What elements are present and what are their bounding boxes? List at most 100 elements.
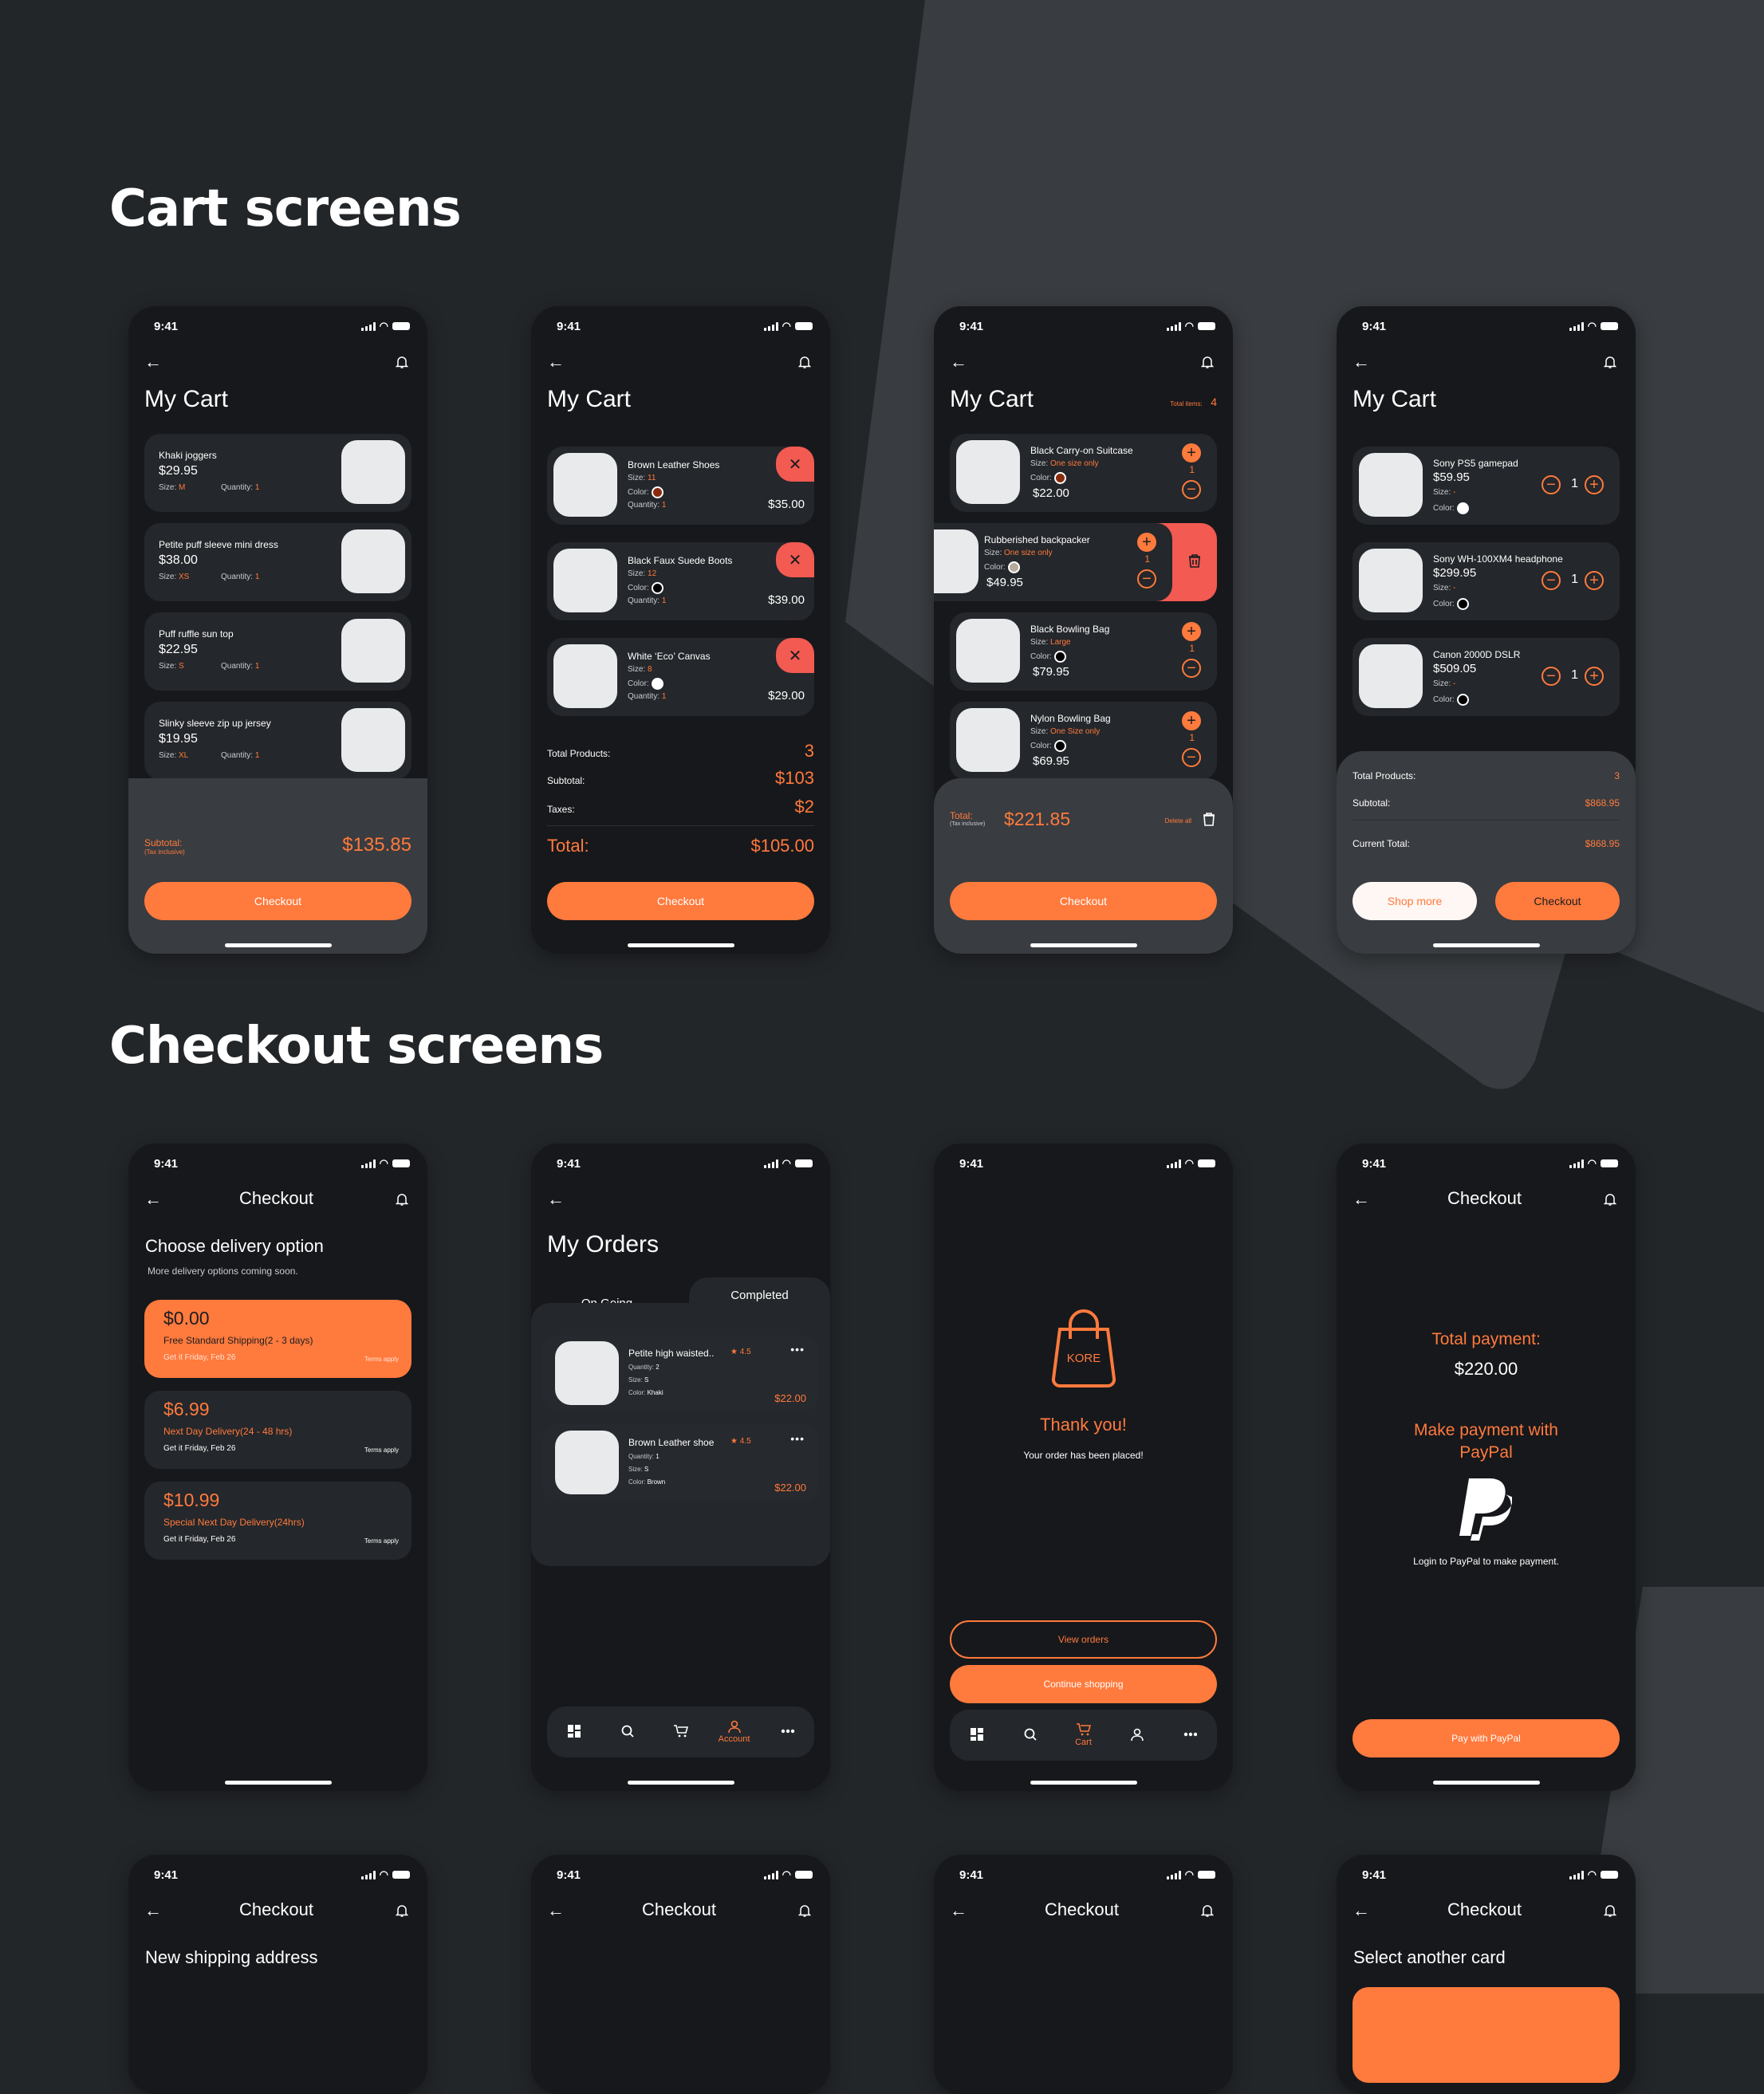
increase-quantity-button[interactable]: + <box>1585 667 1604 686</box>
cart-item[interactable]: White ‘Eco’ Canvas Size: 8 Color: Quanti… <box>547 638 814 716</box>
color-swatch <box>1053 740 1066 752</box>
plus-icon: + <box>1187 712 1196 730</box>
bell-icon[interactable] <box>1604 355 1616 369</box>
delivery-option[interactable]: $10.99 Special Next Day Delivery(24hrs) … <box>144 1482 411 1560</box>
tab-grid[interactable] <box>957 1728 997 1742</box>
cart-item[interactable]: Sony WH-100XM4 headphone $299.95 Size: -… <box>1353 542 1620 620</box>
tab-more[interactable] <box>768 1729 808 1735</box>
back-arrow-icon[interactable]: ← <box>547 1900 565 1921</box>
size-value: - <box>1453 679 1456 688</box>
more-options-icon[interactable]: ••• <box>790 1343 805 1356</box>
decrease-quantity-button[interactable]: − <box>1182 748 1201 767</box>
item-name: Canon 2000D DSLR <box>1433 649 1521 660</box>
cart-item[interactable]: Sony PS5 gamepad $59.95 Size: - Color: −… <box>1353 447 1620 525</box>
payment-card[interactable] <box>1353 1987 1620 2083</box>
paypal-note: Login to PayPal to make payment. <box>1413 1556 1559 1567</box>
nav-title: Checkout <box>1045 1899 1119 1919</box>
bell-icon[interactable] <box>1604 1903 1616 1918</box>
bell-icon[interactable] <box>396 1903 408 1918</box>
item-name: Brown Leather Shoes <box>628 459 720 470</box>
order-item[interactable]: Petite high waisted.. ★ 4.5 ••• Quantity… <box>542 1335 819 1411</box>
tab-more[interactable] <box>1171 1732 1211 1738</box>
pay-with-paypal-button[interactable]: Pay with PayPal <box>1353 1719 1620 1757</box>
tab-account[interactable] <box>1117 1728 1157 1742</box>
tab-grid[interactable] <box>554 1725 594 1739</box>
terms-link[interactable]: Terms apply <box>364 1356 399 1363</box>
decrease-quantity-button[interactable]: − <box>1542 571 1561 590</box>
back-arrow-icon[interactable]: ← <box>144 352 162 372</box>
bell-icon[interactable] <box>396 1192 408 1206</box>
more-options-icon[interactable]: ••• <box>790 1432 805 1445</box>
cart-item[interactable]: Black Carry-on Suitcase Size: One size o… <box>950 434 1217 512</box>
item-price: $22.00 <box>774 1392 806 1404</box>
remove-item-button[interactable]: ✕ <box>776 447 814 482</box>
back-arrow-icon[interactable]: ← <box>950 352 967 372</box>
back-arrow-icon[interactable]: ← <box>547 352 565 372</box>
bell-icon[interactable] <box>798 355 811 369</box>
delivery-option[interactable]: $6.99 Next Day Delivery(24 - 48 hrs) Get… <box>144 1391 411 1469</box>
account-icon <box>1130 1728 1144 1741</box>
back-arrow-icon[interactable]: ← <box>144 1900 162 1921</box>
remove-item-button[interactable]: ✕ <box>776 638 814 673</box>
bell-icon[interactable] <box>396 355 408 369</box>
cart-item[interactable]: Brown Leather Shoes Size: 11 Color: Quan… <box>547 447 814 525</box>
remove-item-button[interactable]: ✕ <box>776 542 814 577</box>
cart-item[interactable]: Black Faux Suede Boots Size: 12 Color: Q… <box>547 542 814 620</box>
checkout-button[interactable]: Checkout <box>547 882 814 920</box>
bell-icon[interactable] <box>1201 1903 1214 1918</box>
back-arrow-icon[interactable]: ← <box>950 1900 967 1921</box>
order-item[interactable]: Brown Leather shoe ★ 4.5 ••• Quantity: 1… <box>542 1424 819 1501</box>
decrease-quantity-button[interactable]: − <box>1182 480 1201 499</box>
cart-item[interactable]: Slinky sleeve zip up jersey $19.95 Size:… <box>144 702 411 780</box>
back-arrow-icon[interactable]: ← <box>1353 352 1370 372</box>
delivery-option[interactable]: $0.00 Free Standard Shipping(2 - 3 days)… <box>144 1300 411 1378</box>
tab-account[interactable]: Account <box>715 1720 754 1744</box>
back-arrow-icon[interactable]: ← <box>144 1189 162 1210</box>
decrease-quantity-button[interactable]: − <box>1137 569 1156 588</box>
checkout-button[interactable]: Checkout <box>1495 882 1620 920</box>
item-name: Petite high waisted.. <box>628 1348 715 1359</box>
back-arrow-icon[interactable]: ← <box>1353 1189 1370 1210</box>
tab-cart[interactable]: Cart <box>1064 1723 1104 1747</box>
delete-all-button[interactable]: Delete all <box>1165 817 1191 825</box>
increase-quantity-button[interactable]: + <box>1137 533 1156 552</box>
item-name: White ‘Eco’ Canvas <box>628 651 711 662</box>
continue-shopping-button[interactable]: Continue shopping <box>950 1665 1217 1703</box>
cart-item[interactable]: Nylon Bowling Bag Size: One Size only Co… <box>950 702 1217 780</box>
cart-item[interactable]: Black Bowling Bag Size: Large Color: $79… <box>950 612 1217 691</box>
wifi-icon: ◠ <box>379 320 388 332</box>
home-indicator <box>1030 943 1137 947</box>
tab-cart[interactable] <box>661 1725 701 1739</box>
increase-quantity-button[interactable]: + <box>1585 475 1604 494</box>
delivery-eta: Get it Friday, Feb 26 <box>163 1353 236 1362</box>
increase-quantity-button[interactable]: + <box>1182 622 1201 641</box>
cart-item[interactable]: Petite puff sleeve mini dress $38.00 Siz… <box>144 523 411 601</box>
tab-search[interactable] <box>608 1725 648 1739</box>
decrease-quantity-button[interactable]: − <box>1542 667 1561 686</box>
decrease-quantity-button[interactable]: − <box>1182 659 1201 678</box>
cart-item[interactable]: Rubberished backpacker Size: One size on… <box>934 523 1217 601</box>
trash-icon[interactable] <box>1203 812 1215 826</box>
shop-more-button[interactable]: Shop more <box>1353 882 1477 920</box>
terms-link[interactable]: Terms apply <box>364 1537 399 1545</box>
bell-icon[interactable] <box>798 1903 811 1918</box>
terms-link[interactable]: Terms apply <box>364 1447 399 1454</box>
back-arrow-icon[interactable]: ← <box>1353 1900 1370 1921</box>
increase-quantity-button[interactable]: + <box>1585 571 1604 590</box>
cart-item[interactable]: Canon 2000D DSLR $509.05 Size: - Color: … <box>1353 638 1620 716</box>
checkout-button[interactable]: Checkout <box>950 882 1217 920</box>
bell-icon[interactable] <box>1201 355 1214 369</box>
increase-quantity-button[interactable]: + <box>1182 443 1201 462</box>
cart-item[interactable]: Puff ruffle sun top $22.95 Size: S Quant… <box>144 612 411 691</box>
cart-item[interactable]: Khaki joggers $29.95 Size: M Quantity: 1 <box>144 434 411 512</box>
checkout-button[interactable]: Checkout <box>144 882 411 920</box>
decrease-quantity-button[interactable]: − <box>1542 475 1561 494</box>
product-image <box>1359 549 1423 612</box>
quantity-value: 1 <box>1571 573 1578 586</box>
tab-search[interactable] <box>1010 1728 1050 1742</box>
bell-icon[interactable] <box>1604 1192 1616 1206</box>
view-orders-button[interactable]: View orders <box>950 1620 1217 1659</box>
back-arrow-icon[interactable]: ← <box>547 1189 565 1210</box>
delivery-price: $6.99 <box>163 1399 210 1419</box>
increase-quantity-button[interactable]: + <box>1182 711 1201 730</box>
